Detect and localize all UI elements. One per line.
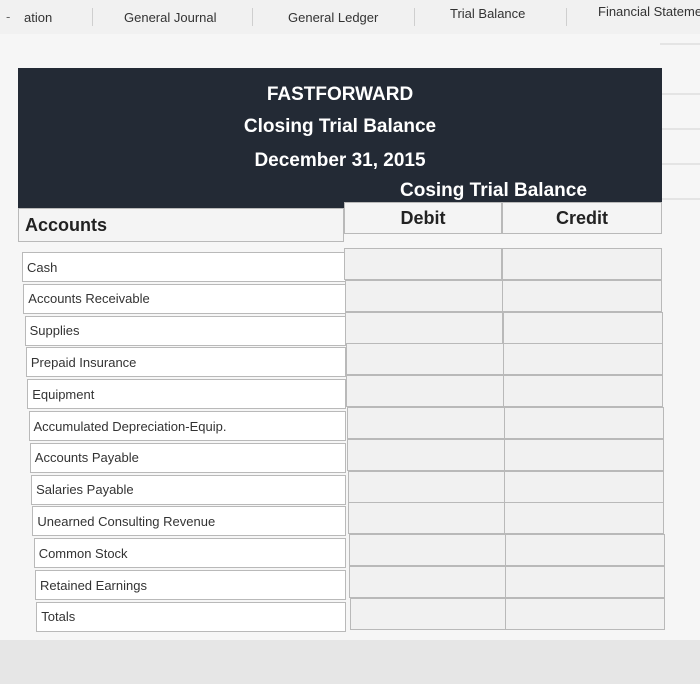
credit-input[interactable] (505, 597, 666, 630)
bottom-margin (0, 640, 700, 684)
statement-date: December 31, 2015 (254, 150, 426, 171)
debit-input[interactable] (347, 438, 505, 471)
credit-input[interactable] (504, 534, 665, 567)
credit-input[interactable] (504, 502, 665, 535)
account-label: Accounts Payable (29, 442, 346, 473)
dash-mark: - (6, 9, 11, 24)
credit-input[interactable] (502, 343, 663, 376)
column-group-label: Cosing Trial Balance (400, 180, 587, 201)
accounts-column-header: Accounts (18, 208, 344, 242)
debit-column-header: Debit (344, 202, 502, 234)
debit-input[interactable] (349, 566, 507, 598)
credit-input[interactable] (502, 248, 662, 280)
debit-input[interactable] (345, 311, 503, 344)
tab-bar: - ation General Journal General Ledger T… (0, 0, 700, 35)
credit-input[interactable] (503, 438, 664, 471)
tab-information[interactable]: ation (24, 0, 52, 34)
debit-input[interactable] (345, 343, 504, 376)
debit-input[interactable] (344, 279, 503, 312)
company-name: FASTFORWARD (266, 84, 414, 105)
credit-input[interactable] (504, 470, 665, 503)
background-gridlines (660, 43, 700, 200)
credit-column-header: Credit (502, 202, 662, 234)
credit-input[interactable] (503, 375, 664, 408)
credit-input[interactable] (505, 566, 665, 598)
debit-input[interactable] (349, 597, 508, 630)
debit-input[interactable] (344, 248, 502, 280)
account-label: Common Stock (33, 538, 346, 569)
tab-financial-statements[interactable]: Financial Stateme (598, 0, 700, 28)
tab-divider (566, 8, 567, 26)
tab-general-ledger[interactable]: General Ledger (288, 0, 378, 34)
tab-divider (252, 8, 253, 26)
debit-input[interactable] (348, 534, 507, 567)
statement-header: FASTFORWARD Closing Trial Balance Decemb… (18, 68, 662, 208)
account-label: Equipment (27, 379, 346, 410)
tab-divider (414, 8, 415, 26)
debit-input[interactable] (346, 407, 505, 439)
account-label: Unearned Consulting Revenue (32, 506, 346, 537)
tab-general-journal[interactable]: General Journal (124, 0, 217, 34)
account-label: Prepaid Insurance (25, 347, 346, 378)
account-label: Cash (22, 252, 346, 282)
debit-input[interactable] (346, 375, 504, 408)
account-label: Totals (36, 601, 346, 632)
credit-input[interactable] (502, 279, 663, 312)
debit-input[interactable] (347, 470, 506, 503)
statement-title: Closing Trial Balance (243, 116, 437, 137)
credit-input[interactable] (502, 311, 663, 344)
debit-input[interactable] (348, 502, 506, 535)
account-label: Retained Earnings (35, 570, 346, 600)
tab-divider (92, 8, 93, 26)
tab-trial-balance[interactable]: Trial Balance (450, 0, 525, 30)
account-label: Salaries Payable (31, 474, 346, 505)
account-label: Accounts Receivable (23, 283, 346, 314)
credit-input[interactable] (503, 407, 664, 439)
account-label: Supplies (24, 315, 346, 346)
account-label: Accumulated Depreciation-Equip. (28, 411, 346, 441)
